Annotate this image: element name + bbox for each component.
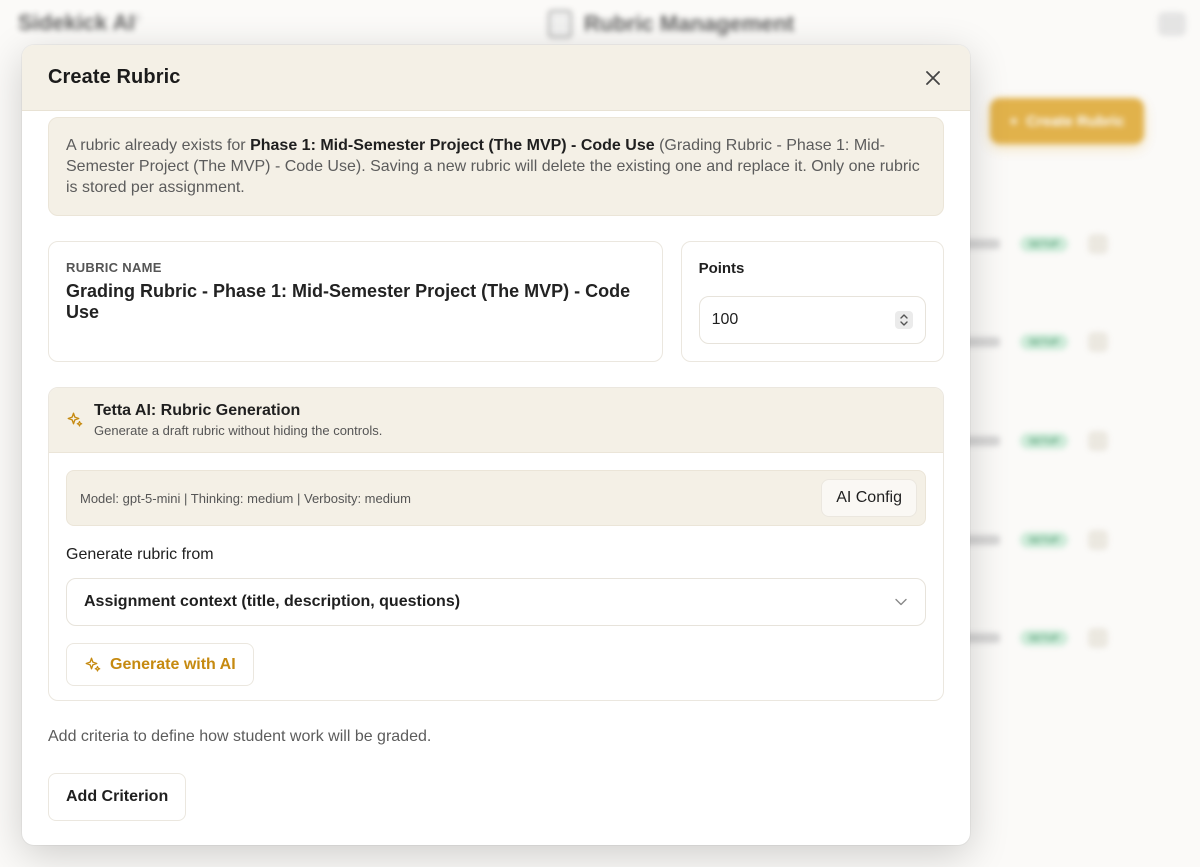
rubric-name-label: RUBRIC NAME	[66, 260, 162, 275]
generate-source-value: Assignment context (title, description, …	[84, 593, 461, 610]
generate-with-ai-button[interactable]: Generate with AI	[66, 643, 254, 686]
modal-header: Create Rubric	[22, 45, 970, 111]
close-icon	[926, 71, 940, 85]
generate-from-label: Generate rubric from	[66, 546, 214, 563]
points-input[interactable]: 100	[698, 296, 926, 344]
ai-config-button[interactable]: AI Config	[821, 479, 917, 517]
document-icon	[548, 10, 572, 38]
sparkles-icon	[67, 412, 83, 427]
modal-title: Create Rubric	[48, 66, 181, 88]
bg-table-row: SETUP	[960, 322, 1140, 362]
bg-table-row: SETUP	[960, 421, 1140, 461]
stepper-icon	[900, 314, 908, 326]
rubric-name-value[interactable]: Grading Rubric - Phase 1: Mid-Semester P…	[66, 281, 645, 323]
page-header: Rubric Management	[548, 10, 794, 38]
bg-table-row: SETUP	[960, 224, 1140, 264]
points-stepper[interactable]	[895, 311, 913, 329]
bg-create-rubric-button: + Create Rubric	[990, 98, 1144, 144]
page-title: Rubric Management	[584, 11, 795, 36]
notice-assignment-name: Phase 1: Mid-Semester Project (The MVP) …	[250, 137, 655, 154]
generate-with-ai-label: Generate with AI	[110, 655, 236, 673]
chevron-down-icon	[895, 598, 907, 606]
points-label: Points	[698, 260, 745, 277]
bg-table-row: SETUP	[960, 520, 1140, 560]
existing-rubric-notice: A rubric already exists for Phase 1: Mid…	[48, 117, 944, 216]
create-rubric-modal: Create Rubric A rubric already exists fo…	[22, 45, 970, 845]
user-menu-icon	[1158, 12, 1186, 36]
close-button[interactable]	[922, 67, 944, 89]
generate-source-select[interactable]: Assignment context (title, description, …	[66, 578, 926, 626]
app-logo: Sidekick AIβ	[18, 10, 141, 35]
ai-panel-subtitle: Generate a draft rubric without hiding t…	[94, 423, 383, 438]
model-info-text: Model: gpt-5-mini | Thinking: medium | V…	[80, 490, 411, 506]
ai-generation-panel: Tetta AI: Rubric Generation Generate a d…	[48, 387, 944, 701]
add-criterion-button[interactable]: Add Criterion	[48, 773, 187, 821]
criteria-helper-text: Add criteria to define how student work …	[48, 728, 432, 745]
ai-panel-title: Tetta AI: Rubric Generation	[94, 402, 301, 419]
model-info-bar: Model: gpt-5-mini | Thinking: medium | V…	[66, 470, 926, 526]
points-card: Points 100	[680, 241, 944, 362]
ai-panel-header: Tetta AI: Rubric Generation Generate a d…	[49, 388, 943, 453]
points-value: 100	[711, 311, 739, 328]
sparkles-icon	[85, 657, 101, 672]
bg-table-row: SETUP	[960, 618, 1140, 658]
plus-icon: +	[1009, 112, 1019, 130]
rubric-name-card: RUBRIC NAME Grading Rubric - Phase 1: Mi…	[48, 241, 663, 362]
